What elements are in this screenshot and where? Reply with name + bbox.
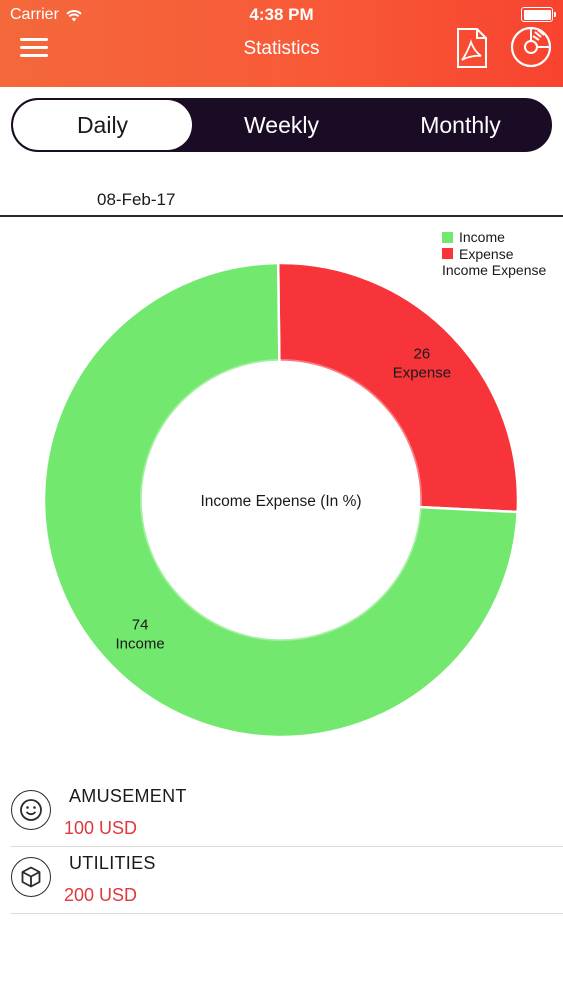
pie-chart-icon[interactable] — [509, 25, 553, 69]
chart-legend: Income Expense Income Expense — [442, 229, 546, 279]
selected-date: 08-Feb-17 — [97, 190, 176, 209]
tab-monthly[interactable]: Monthly — [371, 100, 550, 150]
slice-name-income: Income — [116, 636, 165, 653]
donut-center-label: Income Expense (In %) — [200, 493, 361, 510]
transaction-list: AMUSEMENT 100 USD UTILITIES 200 USD — [0, 780, 563, 914]
slice-value-income: 74 — [132, 617, 149, 634]
legend-swatch-expense — [442, 248, 453, 260]
legend-item-expense: Expense — [442, 246, 546, 263]
donut-slice-expense — [276, 261, 520, 514]
legend-label-income: Income — [459, 229, 505, 246]
category-amount: 200 USD — [64, 885, 138, 905]
status-time: 4:38 PM — [249, 5, 314, 24]
legend-title: Income Expense — [442, 262, 547, 279]
slice-value-expense: 26 — [414, 345, 431, 362]
category-title: AMUSEMENT — [69, 786, 187, 806]
tab-weekly[interactable]: Weekly — [192, 100, 371, 150]
period-tabs: Daily Weekly Monthly — [11, 98, 552, 152]
header-bar: Carrier 4:38 PM Statistics — [0, 0, 563, 87]
status-bar: Carrier 4:38 PM — [0, 0, 563, 30]
legend-swatch-income — [442, 231, 453, 243]
income-expense-donut-chart: Income Expense (In %) 74 Income 26 Expense — [42, 261, 520, 739]
divider — [0, 215, 563, 217]
legend-label-expense: Expense — [459, 245, 514, 262]
pdf-icon[interactable] — [455, 27, 489, 69]
tab-daily[interactable]: Daily — [13, 100, 192, 150]
slice-name-expense: Expense — [393, 364, 451, 381]
list-item[interactable]: AMUSEMENT 100 USD — [10, 780, 563, 847]
smiley-face-icon — [11, 790, 51, 830]
box-icon — [11, 857, 51, 897]
legend-item-income: Income — [442, 229, 546, 246]
list-item[interactable]: UTILITIES 200 USD — [10, 847, 563, 914]
category-amount: 100 USD — [64, 818, 138, 838]
category-title: UTILITIES — [69, 853, 156, 873]
battery-icon — [521, 7, 556, 22]
